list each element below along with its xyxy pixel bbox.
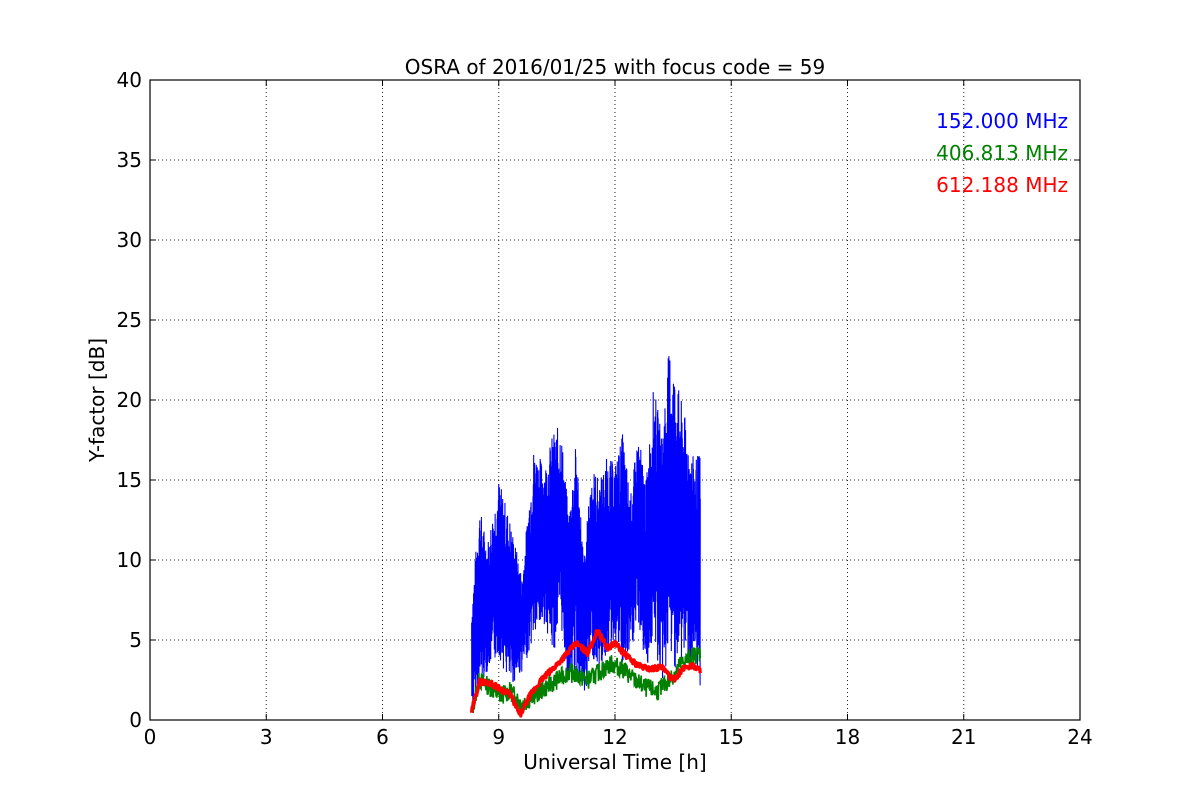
y-tick-label: 35 xyxy=(117,148,142,172)
x-axis-label: Universal Time [h] xyxy=(523,750,706,774)
series-layer xyxy=(469,356,702,718)
y-tick-label: 30 xyxy=(117,228,142,252)
x-tick-label: 24 xyxy=(1067,725,1092,749)
y-tick-label: 40 xyxy=(117,68,142,92)
y-tick-label: 5 xyxy=(129,628,142,652)
chart: OSRA of 2016/01/25 with focus code = 59 … xyxy=(85,55,1093,774)
x-tick-label: 0 xyxy=(144,725,157,749)
chart-title: OSRA of 2016/01/25 with focus code = 59 xyxy=(405,55,826,79)
x-tick-label: 9 xyxy=(492,725,505,749)
x-tick-label: 3 xyxy=(260,725,273,749)
y-tick-label: 15 xyxy=(117,468,142,492)
legend-label-406mhz: 406.813 MHz xyxy=(936,141,1068,165)
legend: 152.000 MHz 406.813 MHz 612.188 MHz xyxy=(936,109,1068,197)
x-tick-label: 15 xyxy=(719,725,744,749)
x-tick-label: 21 xyxy=(951,725,976,749)
y-tick-label: 10 xyxy=(117,548,142,572)
y-axis-label: Y-factor [dB] xyxy=(85,338,109,463)
y-tick-label: 20 xyxy=(117,388,142,412)
x-tick-label: 6 xyxy=(376,725,389,749)
x-tick-label: 18 xyxy=(835,725,860,749)
legend-label-612mhz: 612.188 MHz xyxy=(936,173,1068,197)
y-tick-label: 25 xyxy=(117,308,142,332)
y-tick-label: 0 xyxy=(129,708,142,732)
legend-label-152mhz: 152.000 MHz xyxy=(936,109,1068,133)
x-tick-label: 12 xyxy=(602,725,627,749)
